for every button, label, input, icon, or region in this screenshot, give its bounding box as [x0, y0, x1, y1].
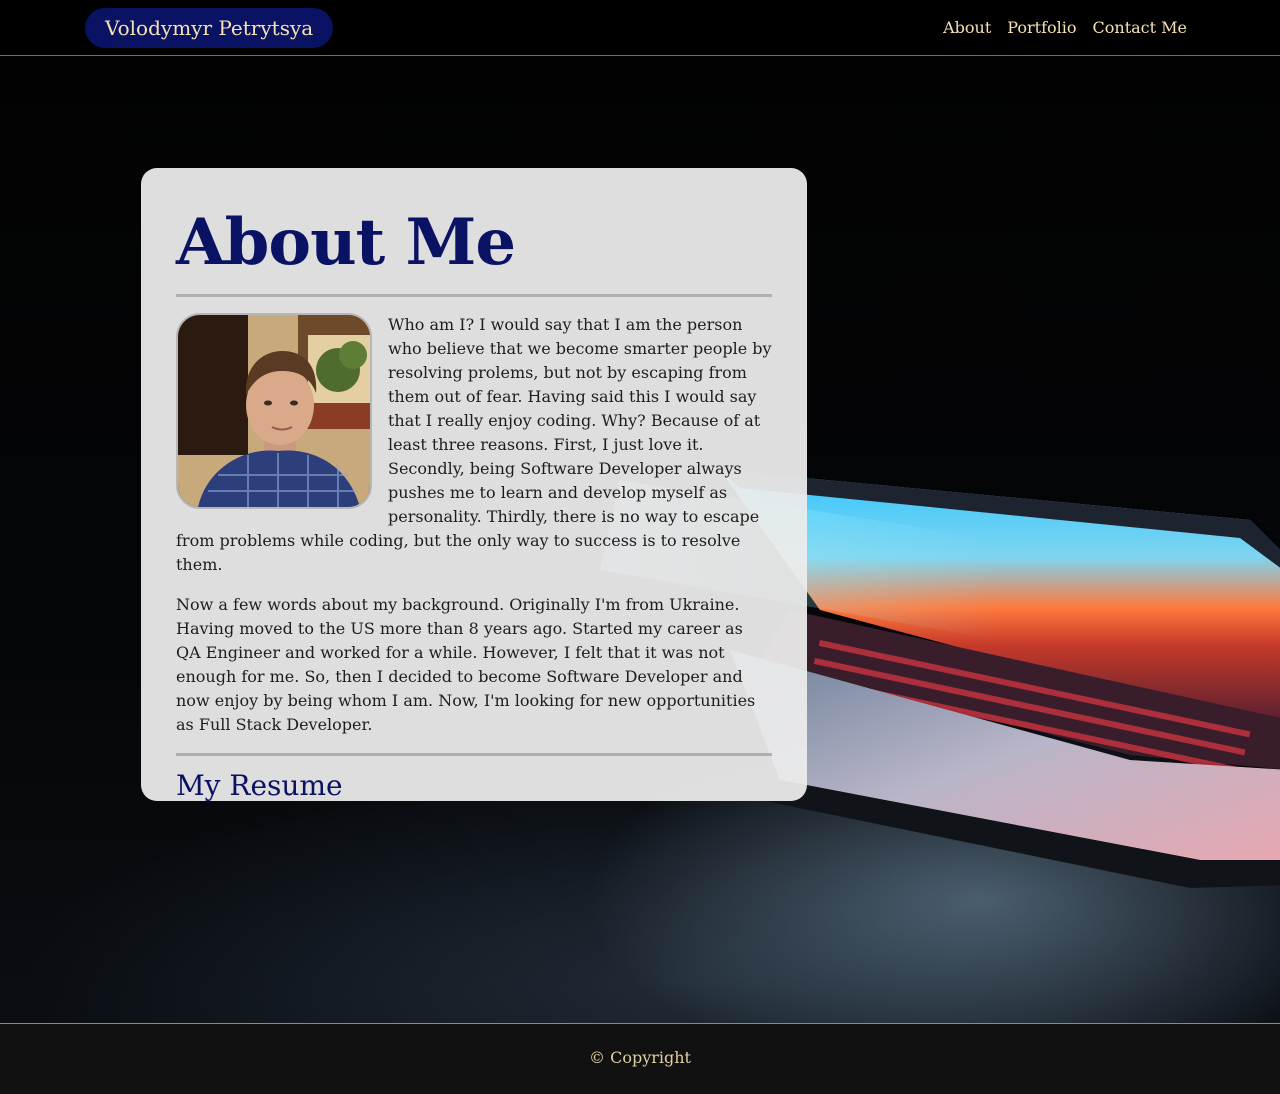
navbar: Volodymyr Petrytsya About Portfolio Cont… — [0, 0, 1280, 56]
copyright-text: © Copyright — [589, 1048, 691, 1067]
divider — [176, 294, 772, 297]
page: Volodymyr Petrytsya About Portfolio Cont… — [0, 0, 1280, 1094]
footer: © Copyright — [0, 1023, 1280, 1094]
divider — [176, 753, 772, 756]
brand-logo[interactable]: Volodymyr Petrytsya — [85, 8, 334, 48]
nav-links: About Portfolio Contact Me — [943, 16, 1187, 40]
nav-link-about[interactable]: About — [943, 16, 991, 40]
nav-link-contact-me[interactable]: Contact Me — [1093, 16, 1187, 40]
profile-photo — [176, 313, 372, 509]
about-card: About Me Who am I? I would say that I am… — [141, 168, 807, 801]
resume-link[interactable]: My Resume — [176, 768, 343, 801]
bio-paragraph-2: Now a few words about my background. Ori… — [176, 595, 756, 734]
page-title: About Me — [176, 205, 516, 280]
nav-link-portfolio[interactable]: Portfolio — [1007, 16, 1076, 40]
